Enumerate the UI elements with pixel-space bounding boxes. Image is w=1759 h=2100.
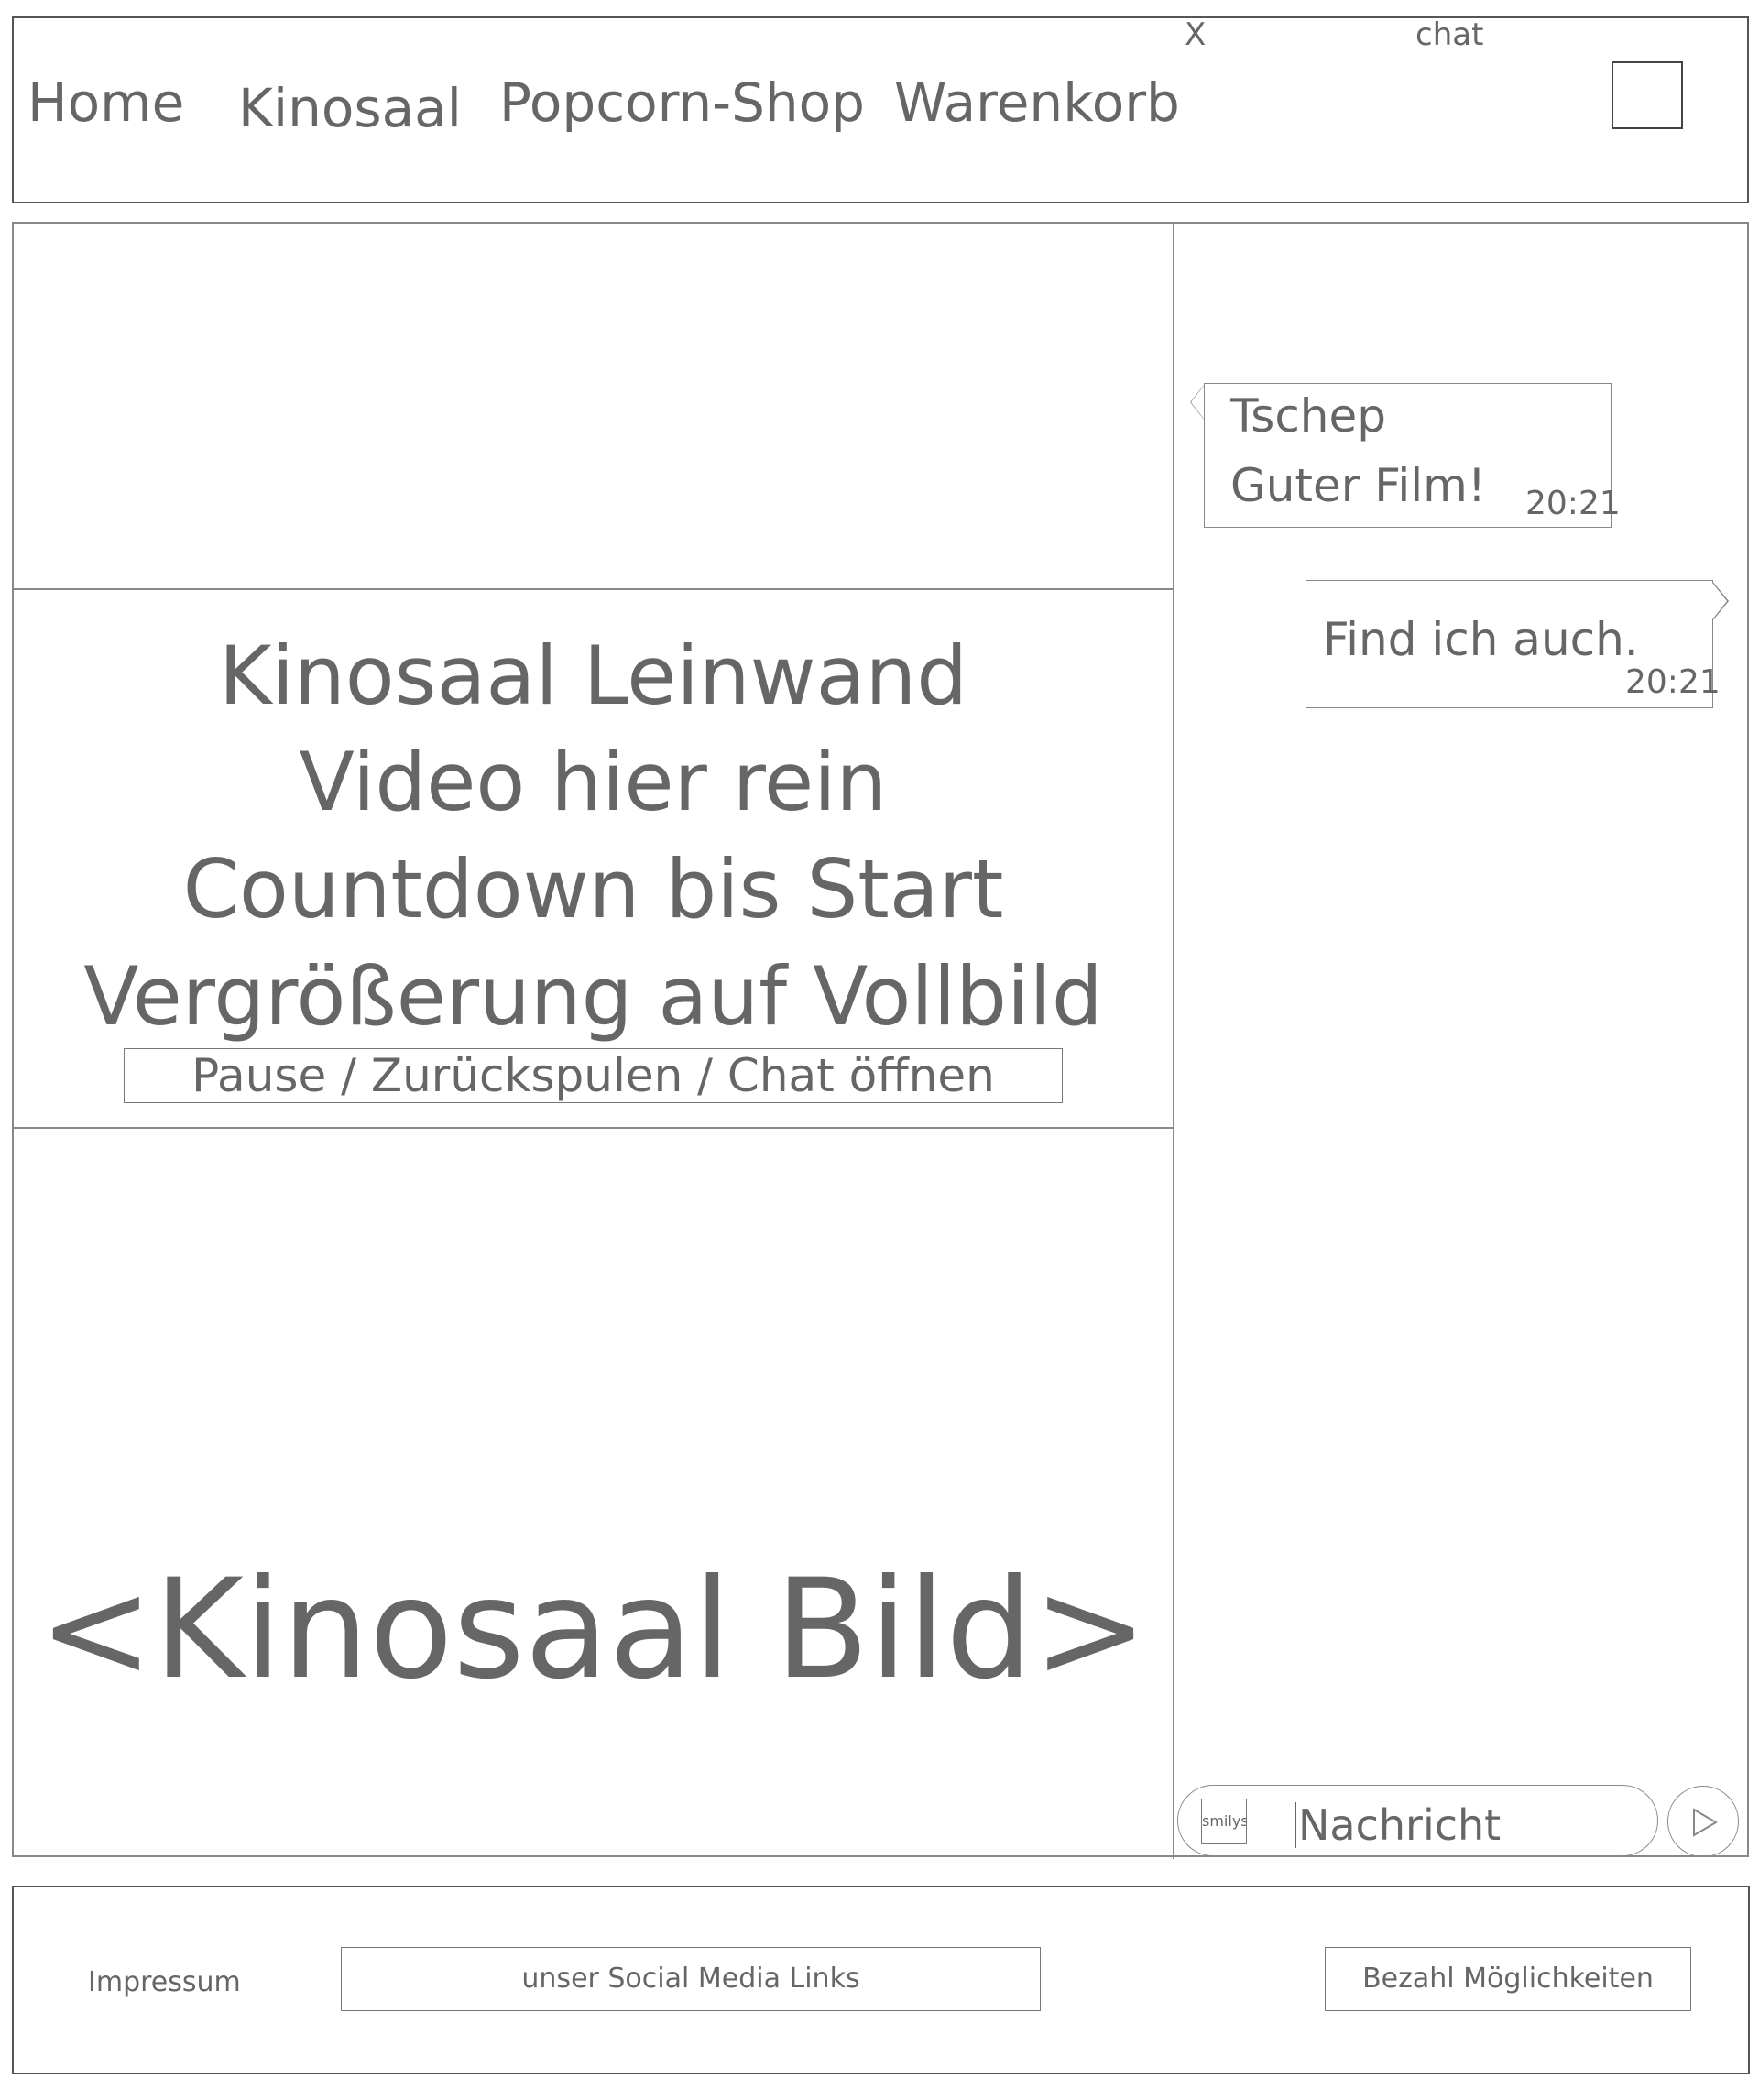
chat-close-button[interactable]: X [1185, 16, 1206, 53]
screen-line-leinwand: Kinosaal Leinwand [218, 629, 968, 723]
chat-message-outgoing: Find ich auch. 20:21 [1306, 580, 1729, 708]
send-button[interactable] [1667, 1786, 1739, 1857]
message-time: 20:21 [1625, 663, 1721, 701]
nav-warenkorb[interactable]: Warenkorb [894, 71, 1180, 134]
bubble-tail-icon [1712, 581, 1729, 621]
payment-options[interactable]: Bezahl Möglichkeiten [1325, 1947, 1691, 2011]
cinema-image-placeholder: <Kinosaal Bild> [38, 1550, 1149, 1710]
message-text: Guter Film! [1230, 459, 1486, 512]
message-time: 20:21 [1525, 485, 1621, 522]
social-media-links[interactable]: unser Social Media Links [341, 1947, 1041, 2011]
chat-divider [1173, 224, 1174, 1859]
impressum-link[interactable]: Impressum [88, 1966, 241, 1998]
message-sender: Tschep [1230, 389, 1386, 443]
smiley-button[interactable]: smilys [1201, 1799, 1247, 1844]
screen-line-countdown: Countdown bis Start [182, 842, 1004, 936]
bubble-tail-icon [1190, 384, 1205, 421]
nav-popcorn-shop[interactable]: Popcorn-Shop [499, 71, 865, 134]
screen-line-fullscreen: Vergrößerung auf Vollbild [83, 949, 1103, 1044]
nav-home[interactable]: Home [27, 71, 184, 134]
screen-line-video: Video hier rein [299, 735, 888, 829]
cinema-screen[interactable]: Kinosaal Leinwand Video hier rein Countd… [14, 588, 1173, 1129]
text-caret [1295, 1802, 1296, 1848]
message-text: Find ich auch. [1323, 613, 1639, 666]
send-icon [1693, 1808, 1718, 1837]
chat-title: chat [1415, 16, 1484, 53]
profile-button[interactable] [1612, 61, 1683, 129]
chat-message-incoming: Tschep Guter Film! 20:21 [1190, 383, 1621, 528]
message-placeholder: Nachricht [1298, 1800, 1502, 1850]
player-controls[interactable]: Pause / Zurückspulen / Chat öffnen [124, 1048, 1063, 1103]
nav-kinosaal[interactable]: Kinosaal [238, 77, 462, 139]
